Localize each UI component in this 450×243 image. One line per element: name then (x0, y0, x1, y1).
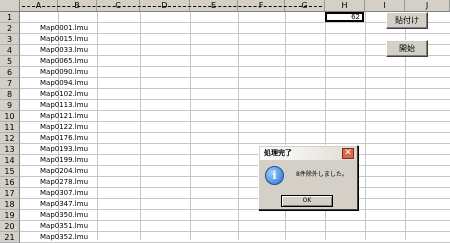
column-header-i[interactable]: I (365, 0, 405, 11)
row-header-15[interactable]: 15 (0, 166, 20, 177)
row-header-6[interactable]: 6 (0, 67, 20, 78)
row-header-12[interactable]: 12 (0, 133, 20, 144)
cell-b16[interactable]: Map0278.lmu (40, 177, 88, 188)
row-header-14[interactable]: 14 (0, 155, 20, 166)
page-break-line (22, 6, 322, 7)
cell-b11[interactable]: Map0122.lmu (40, 122, 88, 133)
cell-b2[interactable]: Map0001.lmu (40, 23, 88, 34)
row-header-17[interactable]: 17 (0, 188, 20, 199)
cell-b6[interactable]: Map0090.lmu (40, 67, 88, 78)
row-header-5[interactable]: 5 (0, 56, 20, 67)
cell-b5[interactable]: Map0065.lmu (40, 56, 88, 67)
row-header-11[interactable]: 11 (0, 122, 20, 133)
gridline (238, 12, 239, 240)
row-header-18[interactable]: 18 (0, 199, 20, 210)
row-header-20[interactable]: 20 (0, 221, 20, 232)
cell-b8[interactable]: Map0102.lmu (40, 89, 88, 100)
row-header-10[interactable]: 10 (0, 111, 20, 122)
row-header-4[interactable]: 4 (0, 45, 20, 56)
select-all-corner[interactable] (0, 0, 20, 11)
cell-b14[interactable]: Map0199.lmu (40, 155, 88, 166)
row-header-13[interactable]: 13 (0, 144, 20, 155)
cell-b10[interactable]: Map0121.lmu (40, 111, 88, 122)
cell-b17[interactable]: Map0307.lmu (40, 188, 88, 199)
gridline (365, 12, 366, 240)
cell-b21[interactable]: Map0352.lmu (40, 232, 88, 243)
gridline (190, 12, 191, 240)
close-icon[interactable]: ✕ (342, 148, 354, 159)
start-button[interactable]: 開始 (386, 40, 428, 57)
cell-b7[interactable]: Map0094.lmu (40, 78, 88, 89)
ok-button[interactable]: OK (281, 195, 333, 207)
spreadsheet: ABCDEFGHIJ 1 2 3 4 5 6 7 8 9 10 11 12 13 14 15 16 17 18 19… (0, 0, 450, 243)
paste-button[interactable]: 貼付け (386, 12, 428, 29)
cell-b12[interactable]: Map0176.lmu (40, 133, 88, 144)
row-header-9[interactable]: 9 (0, 100, 20, 111)
dialog-title: 処理完了 (264, 149, 292, 157)
row-header-21[interactable]: 21 (0, 232, 20, 243)
row-header-3[interactable]: 3 (0, 34, 20, 45)
row-header-8[interactable]: 8 (0, 89, 20, 100)
row-header-1[interactable]: 1 (0, 12, 20, 23)
cell-b18[interactable]: Map0347.lmu (40, 199, 88, 210)
row-header-16[interactable]: 16 (0, 177, 20, 188)
row-header-2[interactable]: 2 (0, 23, 20, 34)
cell-b20[interactable]: Map0351.lmu (40, 221, 88, 232)
cell-b19[interactable]: Map0350.lmu (40, 210, 88, 221)
information-icon: i (265, 166, 284, 185)
column-header-j[interactable]: J (405, 0, 450, 11)
dialog-title-bar[interactable]: 処理完了 ✕ (260, 147, 356, 160)
dialog-message: 8件除外しました。 (296, 171, 348, 178)
cell-b9[interactable]: Map0113.lmu (40, 100, 88, 111)
column-header-h[interactable]: H (325, 0, 365, 11)
cell-b3[interactable]: Map0015.lmu (40, 34, 88, 45)
row-header-19[interactable]: 19 (0, 210, 20, 221)
cell-b4[interactable]: Map0033.lmu (40, 45, 88, 56)
cell-b15[interactable]: Map0204.lmu (40, 166, 88, 177)
cell-b13[interactable]: Map0193.lmu (40, 144, 88, 155)
row-header-7[interactable]: 7 (0, 78, 20, 89)
cell-h1[interactable]: 62 (325, 12, 364, 22)
gridline (97, 12, 98, 240)
gridline (140, 12, 141, 240)
message-dialog: 処理完了 ✕ i 8件除外しました。 OK (258, 145, 358, 210)
